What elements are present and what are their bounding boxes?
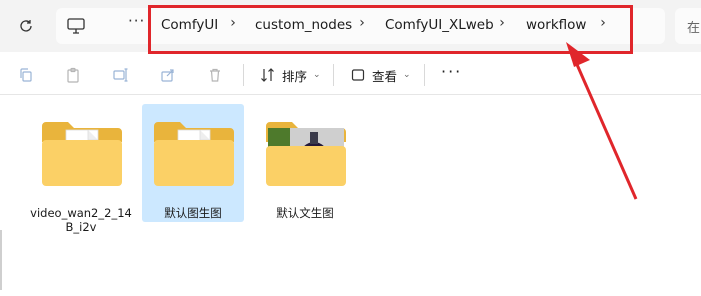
delete-icon[interactable] (205, 65, 225, 85)
share-icon[interactable] (158, 65, 178, 85)
command-bar: 排序 ⌄ 查看 ⌄ (0, 56, 701, 95)
folder-item[interactable]: 默认文生图 (254, 104, 356, 222)
folder-icon (266, 122, 346, 186)
item-label: 默认图生图 (164, 206, 222, 220)
more-options-button[interactable]: ··· (441, 62, 462, 81)
folder-item-selected[interactable]: 默认图生图 (142, 104, 244, 222)
sort-button[interactable]: 排序 ⌄ (260, 64, 321, 86)
copy-icon[interactable] (16, 65, 36, 85)
toolbar-divider (243, 64, 244, 86)
folder-icon (42, 122, 122, 186)
toolbar-divider (424, 64, 425, 86)
view-label: 查看 (372, 68, 398, 84)
chevron-down-icon: ⌄ (403, 70, 411, 80)
folder-icon (154, 122, 234, 186)
paste-icon[interactable] (63, 65, 83, 85)
search-placeholder: 在 (687, 21, 701, 36)
view-icon (351, 69, 365, 81)
annotation-highlight-box (148, 5, 633, 54)
view-button[interactable]: 查看 ⌄ (350, 64, 411, 86)
item-label: video_wan2_2_14B_i2v (30, 206, 132, 234)
toolbar-divider (333, 64, 334, 86)
rename-icon[interactable] (110, 65, 130, 85)
sort-icon (261, 68, 274, 82)
chevron-down-icon: ⌄ (313, 70, 321, 80)
scroll-indicator[interactable] (0, 230, 2, 290)
folder-item[interactable]: video_wan2_2_14B_i2v (30, 104, 132, 234)
sort-label: 排序 (282, 68, 308, 84)
item-label: 默认文生图 (276, 206, 334, 220)
